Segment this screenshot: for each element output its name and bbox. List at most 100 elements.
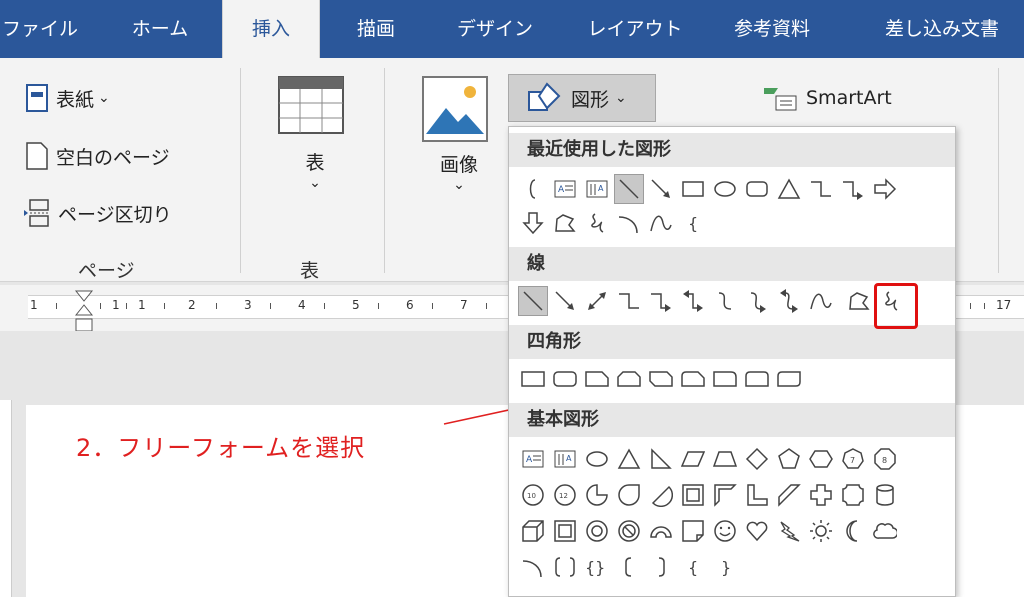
elbow-connector-shape-icon[interactable]: [615, 287, 643, 315]
svg-text:A: A: [566, 454, 572, 463]
right-triangle-shape-icon[interactable]: [647, 445, 675, 473]
elbow-arrow-connector-shape-icon[interactable]: [839, 175, 867, 203]
basic-shapes-row: A A 7 8: [519, 445, 899, 473]
cross-shape-icon[interactable]: [807, 481, 835, 509]
arc-shape-icon[interactable]: [519, 553, 547, 581]
svg-text:7: 7: [850, 456, 855, 465]
svg-text:{: {: [688, 558, 698, 577]
round-diagonal-rectangle-shape-icon[interactable]: [775, 365, 803, 393]
basic-shapes-row: [519, 517, 899, 545]
arc-shape-icon[interactable]: [615, 209, 643, 237]
curve-shape-icon[interactable]: [807, 287, 835, 315]
right-arrow-shape-icon[interactable]: [871, 175, 899, 203]
left-brace-shape-icon[interactable]: {: [679, 209, 707, 237]
half-frame-shape-icon[interactable]: [711, 481, 739, 509]
basic-shapes-row: 10 12: [519, 481, 899, 509]
rounded-rectangle-shape-icon[interactable]: [551, 365, 579, 393]
arrow-line-shape-icon[interactable]: [551, 287, 579, 315]
curved-connector-shape-icon[interactable]: [711, 287, 739, 315]
oval-shape-icon[interactable]: [711, 175, 739, 203]
text-box-shape-icon[interactable]: A: [519, 445, 547, 473]
lightning-bolt-shape-icon[interactable]: [775, 517, 803, 545]
vertical-text-box-shape-icon[interactable]: A: [583, 175, 611, 203]
line-shape-icon[interactable]: [614, 174, 644, 204]
snip-same-side-rectangle-shape-icon[interactable]: [615, 365, 643, 393]
vertical-text-box-shape-icon[interactable]: A: [551, 445, 579, 473]
right-bracket-shape-icon[interactable]: [647, 553, 675, 581]
elbow-connector-shape-icon[interactable]: [807, 175, 835, 203]
frame-shape-icon[interactable]: [679, 481, 707, 509]
freeform-shape-icon[interactable]: [551, 209, 579, 237]
left-bracket-shape-icon[interactable]: [615, 553, 643, 581]
section-header-basic: 基本図形: [509, 403, 955, 437]
snip-corner-rectangle-shape-icon[interactable]: [583, 365, 611, 393]
round-single-corner-rectangle-shape-icon[interactable]: [711, 365, 739, 393]
shapes-dropdown[interactable]: 最近使用した図形 線 四角形 基本図形 A A {A A 7 8 10 12 …: [508, 126, 956, 597]
plaque-shape-icon[interactable]: [839, 481, 867, 509]
diagonal-stripe-shape-icon[interactable]: [775, 481, 803, 509]
section-header-recent: 最近使用した図形: [509, 133, 955, 167]
line-shape-icon[interactable]: [518, 286, 548, 316]
oval-shape-icon[interactable]: [583, 445, 611, 473]
scribble-shape-icon[interactable]: [583, 209, 611, 237]
elbow-double-arrow-connector-shape-icon[interactable]: [679, 287, 707, 315]
cloud-shape-icon[interactable]: [871, 517, 899, 545]
svg-text:}: }: [721, 558, 731, 577]
moon-shape-icon[interactable]: [839, 517, 867, 545]
curved-arrow-connector-shape-icon[interactable]: [743, 287, 771, 315]
svg-text:A: A: [558, 185, 565, 195]
teardrop-shape-icon[interactable]: [615, 481, 643, 509]
basic-shapes-row: {} { }: [519, 553, 739, 581]
heptagon-shape-icon[interactable]: 7: [839, 445, 867, 473]
no-symbol-shape-icon[interactable]: [615, 517, 643, 545]
rectangle-shape-icon[interactable]: [679, 175, 707, 203]
svg-text:{: {: [688, 214, 698, 233]
svg-text:12: 12: [559, 492, 568, 500]
can-shape-icon[interactable]: [871, 481, 899, 509]
right-brace-shape-icon[interactable]: }: [711, 553, 739, 581]
text-box-shape-icon[interactable]: A: [551, 175, 579, 203]
snip-diagonal-rectangle-shape-icon[interactable]: [647, 365, 675, 393]
svg-text:A: A: [526, 455, 533, 465]
round-same-side-rectangle-shape-icon[interactable]: [743, 365, 771, 393]
snip-round-rectangle-shape-icon[interactable]: [679, 365, 707, 393]
double-bracket-shape-icon[interactable]: [551, 553, 579, 581]
triangle-shape-icon[interactable]: [615, 445, 643, 473]
freeform-shape-icon[interactable]: [845, 287, 873, 315]
sun-shape-icon[interactable]: [807, 517, 835, 545]
pentagon-shape-icon[interactable]: [775, 445, 803, 473]
trapezoid-shape-icon[interactable]: [711, 445, 739, 473]
hexagon-shape-icon[interactable]: [807, 445, 835, 473]
l-shape-icon[interactable]: [743, 481, 771, 509]
octagon-shape-icon[interactable]: 8: [871, 445, 899, 473]
elbow-arrow-connector-shape-icon[interactable]: [647, 287, 675, 315]
section-header-lines: 線: [509, 247, 955, 281]
curve-shape-icon[interactable]: [647, 209, 675, 237]
block-arc-shape-icon[interactable]: [647, 517, 675, 545]
double-brace-shape-icon[interactable]: {}: [583, 553, 611, 581]
smiley-face-shape-icon[interactable]: [711, 517, 739, 545]
heart-shape-icon[interactable]: [743, 517, 771, 545]
decagon-shape-icon[interactable]: 10: [519, 481, 547, 509]
svg-text:10: 10: [527, 492, 536, 500]
folded-corner-shape-icon[interactable]: [679, 517, 707, 545]
parallelogram-shape-icon[interactable]: [679, 445, 707, 473]
section-header-rectangles: 四角形: [509, 325, 955, 359]
down-arrow-shape-icon[interactable]: [519, 209, 547, 237]
double-arrow-line-shape-icon[interactable]: [583, 287, 611, 315]
chord-shape-icon[interactable]: [647, 481, 675, 509]
rectangle-shape-icon[interactable]: [519, 365, 547, 393]
cube-shape-icon[interactable]: [519, 517, 547, 545]
diamond-shape-icon[interactable]: [743, 445, 771, 473]
bevel-shape-icon[interactable]: [551, 517, 579, 545]
rounded-rectangle-shape-icon[interactable]: [743, 175, 771, 203]
left-bracket-shape-icon[interactable]: [519, 175, 547, 203]
left-brace-shape-icon[interactable]: {: [679, 553, 707, 581]
dodecagon-shape-icon[interactable]: 12: [551, 481, 579, 509]
donut-shape-icon[interactable]: [583, 517, 611, 545]
curved-double-arrow-connector-shape-icon[interactable]: [775, 287, 803, 315]
pie-shape-icon[interactable]: [583, 481, 611, 509]
arrow-line-shape-icon[interactable]: [647, 175, 675, 203]
triangle-shape-icon[interactable]: [775, 175, 803, 203]
highlight-freeform-box: [874, 283, 918, 329]
